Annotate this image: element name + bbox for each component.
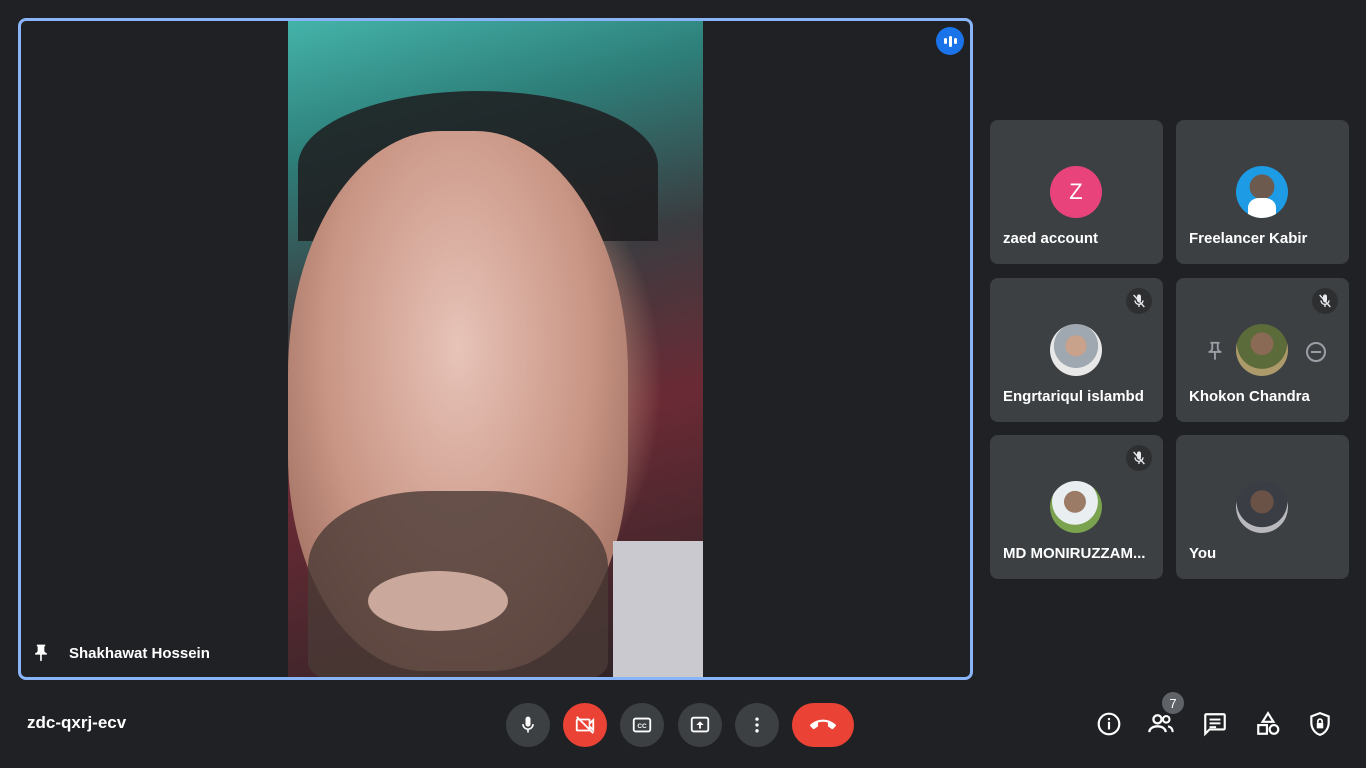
avatar — [1236, 324, 1288, 376]
mic-off-icon — [1126, 445, 1152, 471]
avatar: Z — [1050, 166, 1102, 218]
present-screen-icon — [690, 716, 710, 733]
present-now-button[interactable] — [678, 703, 722, 747]
participant-tile-khokon-chandra[interactable]: Khokon Chandra — [1176, 278, 1349, 422]
mic-icon — [522, 716, 534, 733]
remove-participant-icon[interactable] — [1304, 340, 1328, 364]
pin-icon[interactable] — [1204, 340, 1226, 362]
people-icon — [1148, 714, 1174, 733]
microphone-button[interactable] — [506, 703, 550, 747]
svg-text:CC: CC — [637, 723, 647, 730]
participant-name: You — [1189, 545, 1217, 562]
mic-off-icon — [1312, 288, 1338, 314]
avatar — [1236, 166, 1288, 218]
avatar — [1236, 481, 1288, 533]
activities-button[interactable] — [1254, 710, 1282, 738]
more-options-icon — [755, 717, 759, 733]
avatar — [1050, 481, 1102, 533]
host-controls-button[interactable] — [1306, 710, 1334, 738]
activities-icon — [1257, 711, 1280, 735]
main-speaker-tile[interactable]: Shakhawat Hossein — [18, 18, 973, 680]
pin-icon[interactable] — [31, 641, 51, 665]
participant-name: MD MONIRUZZAM... — [1003, 545, 1146, 562]
participant-tile-md-moniruzzaman[interactable]: MD MONIRUZZAM... — [990, 435, 1163, 579]
participant-tile-zaed-account[interactable]: Z zaed account — [990, 120, 1163, 264]
speaker-name-bar: Shakhawat Hossein — [31, 641, 210, 665]
camera-off-icon — [575, 716, 595, 734]
chat-button[interactable] — [1201, 710, 1229, 738]
participant-name: Khokon Chandra — [1189, 388, 1310, 405]
participant-name: Engrtariqul islambd — [1003, 388, 1144, 405]
call-controls-bar: zdc-qxrj-ecv CC 7 — [0, 690, 1366, 768]
participant-count-badge: 7 — [1162, 692, 1184, 714]
more-options-button[interactable] — [735, 703, 779, 747]
speaker-name: Shakhawat Hossein — [69, 644, 210, 662]
participant-tile-you[interactable]: You — [1176, 435, 1349, 579]
chat-icon — [1204, 713, 1226, 737]
people-button[interactable] — [1147, 710, 1175, 738]
avatar — [1050, 324, 1102, 376]
end-call-icon — [810, 719, 836, 730]
captions-icon: CC — [632, 717, 652, 733]
meeting-code: zdc-qxrj-ecv — [27, 713, 127, 732]
participant-name: Freelancer Kabir — [1189, 230, 1308, 247]
camera-button[interactable] — [563, 703, 607, 747]
participant-tile-freelancer-kabir[interactable]: Freelancer Kabir — [1176, 120, 1349, 264]
meeting-details-button[interactable] — [1095, 710, 1123, 738]
leave-call-button[interactable] — [792, 703, 854, 747]
host-controls-icon — [1310, 712, 1330, 736]
speaking-indicator-icon — [936, 27, 964, 55]
participant-name: zaed account — [1003, 230, 1099, 247]
mic-off-icon — [1126, 288, 1152, 314]
participant-tile-engrtariqul[interactable]: Engrtariqul islambd — [990, 278, 1163, 422]
speaker-video — [288, 21, 703, 677]
info-icon — [1097, 712, 1121, 736]
captions-button[interactable]: CC — [620, 703, 664, 747]
